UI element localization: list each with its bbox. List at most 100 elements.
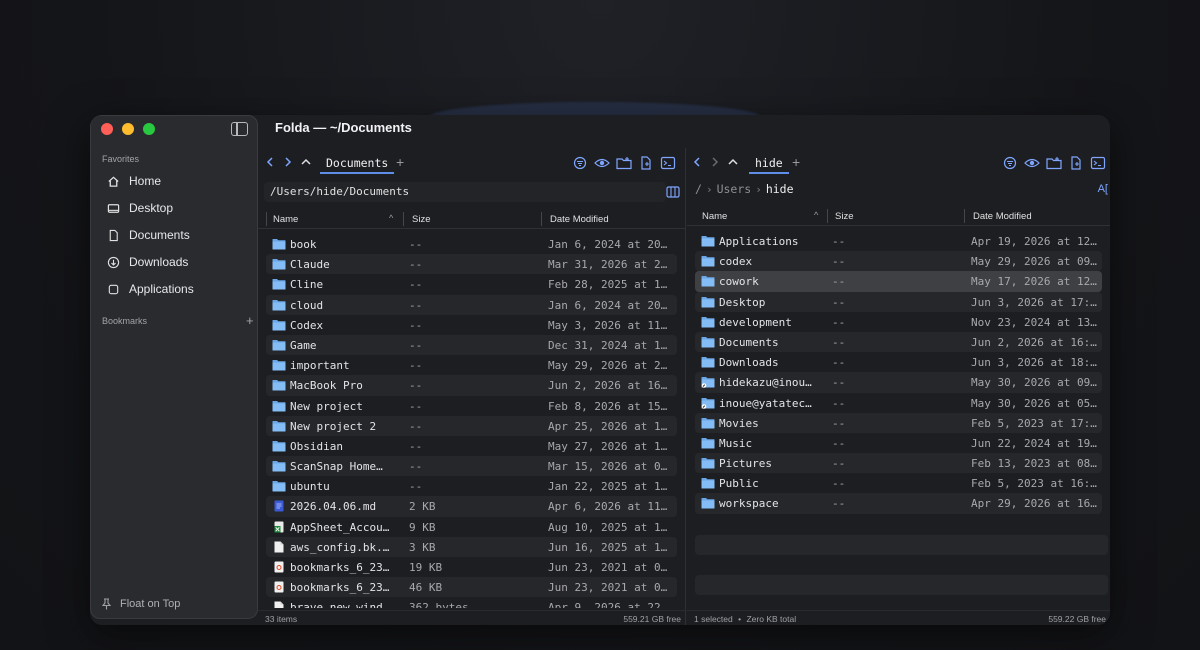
file-size: --	[832, 436, 846, 450]
table-row[interactable]: Applications -- Apr 19, 2026 at 12…	[695, 231, 1102, 251]
table-row[interactable]: Music -- Jun 22, 2024 at 19…	[695, 433, 1102, 453]
file-date-modified: Jan 6, 2024 at 20…	[548, 238, 668, 251]
table-row[interactable]: Claude -- Mar 31, 2026 at 2…	[266, 254, 677, 275]
add-bookmark-button[interactable]: +	[246, 313, 254, 328]
file-date-modified: Feb 13, 2023 at 08…	[971, 457, 1097, 471]
file-date-modified: Feb 5, 2023 at 17:…	[971, 416, 1097, 430]
breadcrumb-users[interactable]: Users	[717, 182, 752, 196]
new-tab-button[interactable]: +	[396, 154, 404, 170]
tab-hide[interactable]: hide	[749, 156, 789, 174]
date-column-header[interactable]: Date Modified	[550, 214, 609, 225]
file-date-modified: Jun 3, 2026 at 17:…	[971, 295, 1097, 309]
sidebar-item-home[interactable]: Home	[107, 172, 161, 190]
table-row[interactable]: important -- May 29, 2026 at 2…	[266, 355, 677, 375]
zoom-button[interactable]	[143, 123, 155, 135]
sidebar-item-applications[interactable]: Applications	[107, 280, 194, 298]
back-icon[interactable]	[264, 156, 276, 168]
table-row[interactable]: New project -- Feb 8, 2026 at 15…	[266, 396, 677, 416]
eye-icon[interactable]	[594, 156, 610, 170]
file-size: --	[409, 258, 423, 272]
table-row[interactable]: Codex -- May 3, 2026 at 11…	[266, 315, 677, 335]
table-row[interactable]: Game -- Dec 31, 2024 at 1…	[266, 334, 677, 356]
table-row[interactable]: Documents -- Jun 2, 2026 at 16:…	[695, 331, 1102, 353]
date-column-header[interactable]: Date Modified	[973, 211, 1032, 222]
sidebar-toggle-icon[interactable]	[231, 122, 248, 136]
table-row[interactable]: codex -- May 29, 2026 at 09…	[695, 251, 1102, 272]
table-row[interactable]: 2026.04.06.md 2 KB Apr 6, 2026 at 11…	[266, 496, 677, 517]
path-input[interactable]: /Users/hide/Documents	[264, 182, 666, 202]
size-column-header[interactable]: Size	[835, 211, 853, 222]
forward-icon[interactable]	[709, 156, 721, 168]
breadcrumb-hide[interactable]: hide	[766, 182, 794, 196]
text-search-icon[interactable]: A[	[1098, 183, 1108, 195]
file-size: --	[409, 480, 423, 494]
table-row[interactable]: ubuntu -- Jan 22, 2025 at 1…	[266, 476, 677, 496]
terminal-icon[interactable]	[1090, 156, 1106, 170]
file-name: Claude	[290, 258, 330, 272]
parent-folder-icon[interactable]	[300, 156, 312, 168]
new-folder-icon[interactable]	[1046, 156, 1062, 170]
back-icon[interactable]	[691, 156, 703, 168]
table-row[interactable]: New project 2 -- Apr 25, 2026 at 1…	[266, 415, 677, 436]
table-row[interactable]: AppSheet_Accou… 9 KB Aug 10, 2025 at 1…	[266, 517, 677, 537]
new-tab-button[interactable]: +	[792, 154, 800, 170]
table-row[interactable]: Desktop -- Jun 3, 2026 at 17:…	[695, 291, 1102, 312]
pin-icon	[101, 598, 112, 610]
table-row[interactable]: brave_new_wind… 362 bytes Apr 9, 2026 at 2…	[266, 597, 677, 608]
column-divider[interactable]	[403, 212, 404, 226]
sidebar-item-documents[interactable]: Documents	[107, 226, 190, 244]
name-column-header[interactable]: Name	[702, 211, 727, 222]
forward-icon[interactable]	[282, 156, 294, 168]
table-row[interactable]: Obsidian -- May 27, 2026 at 1…	[266, 436, 677, 456]
table-row[interactable]: Public -- Feb 5, 2023 at 16:…	[695, 473, 1102, 493]
minimize-button[interactable]	[122, 123, 134, 135]
column-divider[interactable]	[541, 212, 542, 226]
table-row[interactable]: ScanSnap Home… -- Mar 15, 2026 at 0…	[266, 456, 677, 477]
table-row[interactable]: Movies -- Feb 5, 2023 at 17:…	[695, 412, 1102, 433]
tab-documents[interactable]: Documents	[320, 156, 395, 174]
folder-icon	[272, 420, 286, 432]
filter-icon[interactable]	[1002, 156, 1018, 170]
filter-icon[interactable]	[572, 156, 588, 170]
table-row[interactable]: bookmarks_6_23… 19 KB Jun 23, 2021 at 0…	[266, 557, 677, 577]
column-divider[interactable]	[827, 209, 828, 223]
size-column-header[interactable]: Size	[412, 214, 430, 225]
columns-view-icon[interactable]	[666, 186, 680, 198]
right-pane: hide + / › Users › hide A[ Name ^ Size D…	[687, 148, 1110, 625]
float-on-top-toggle[interactable]: Float on Top	[101, 598, 180, 610]
file-size: --	[409, 338, 423, 352]
sidebar-item-desktop[interactable]: Desktop	[107, 199, 173, 217]
sidebar-item-downloads[interactable]: Downloads	[107, 253, 188, 271]
new-file-icon[interactable]	[1068, 156, 1084, 170]
name-column-header[interactable]: Name	[273, 214, 298, 225]
breadcrumb-root[interactable]: /	[695, 182, 702, 196]
file-name: Documents	[719, 335, 779, 349]
table-row[interactable]: hidekazu@inou… -- May 30, 2026 at 09…	[695, 372, 1102, 393]
column-divider[interactable]	[964, 209, 965, 223]
table-row[interactable]: MacBook Pro -- Jun 2, 2026 at 16…	[266, 375, 677, 396]
right-column-headers: Name ^ Size Date Modified	[687, 206, 1110, 226]
table-row[interactable]: cowork -- May 17, 2026 at 12…	[695, 271, 1102, 292]
table-row[interactable]: Pictures -- Feb 13, 2023 at 08…	[695, 453, 1102, 474]
table-row[interactable]: aws_config.bk.… 3 KB Jun 16, 2025 at 1…	[266, 536, 677, 557]
table-row[interactable]: bookmarks_6_23… 46 KB Jun 23, 2021 at 0…	[266, 577, 677, 598]
table-row[interactable]: book -- Jan 6, 2024 at 20…	[266, 234, 677, 254]
table-row[interactable]: workspace -- Apr 29, 2026 at 16…	[695, 493, 1102, 514]
file-date-modified: Jun 16, 2025 at 1…	[548, 540, 668, 554]
file-date-modified: Feb 28, 2025 at 1…	[548, 278, 668, 292]
new-folder-icon[interactable]	[616, 156, 632, 170]
file-name: development	[719, 315, 792, 329]
terminal-icon[interactable]	[660, 156, 676, 170]
table-row[interactable]: cloud -- Jan 6, 2024 at 20…	[266, 294, 677, 315]
chevron-right-icon: ›	[705, 182, 713, 196]
parent-folder-icon[interactable]	[727, 156, 739, 168]
table-row[interactable]: Cline -- Feb 28, 2025 at 1…	[266, 274, 677, 294]
table-row[interactable]: Downloads -- Jun 3, 2026 at 18:…	[695, 352, 1102, 372]
close-button[interactable]	[101, 123, 113, 135]
table-row[interactable]: development -- Nov 23, 2024 at 13…	[695, 312, 1102, 332]
file-size: --	[832, 376, 846, 390]
new-file-icon[interactable]	[638, 156, 654, 170]
table-row[interactable]: inoue@yatatec… -- May 30, 2026 at 05…	[695, 393, 1102, 413]
file-size: --	[832, 335, 846, 349]
eye-icon[interactable]	[1024, 156, 1040, 170]
